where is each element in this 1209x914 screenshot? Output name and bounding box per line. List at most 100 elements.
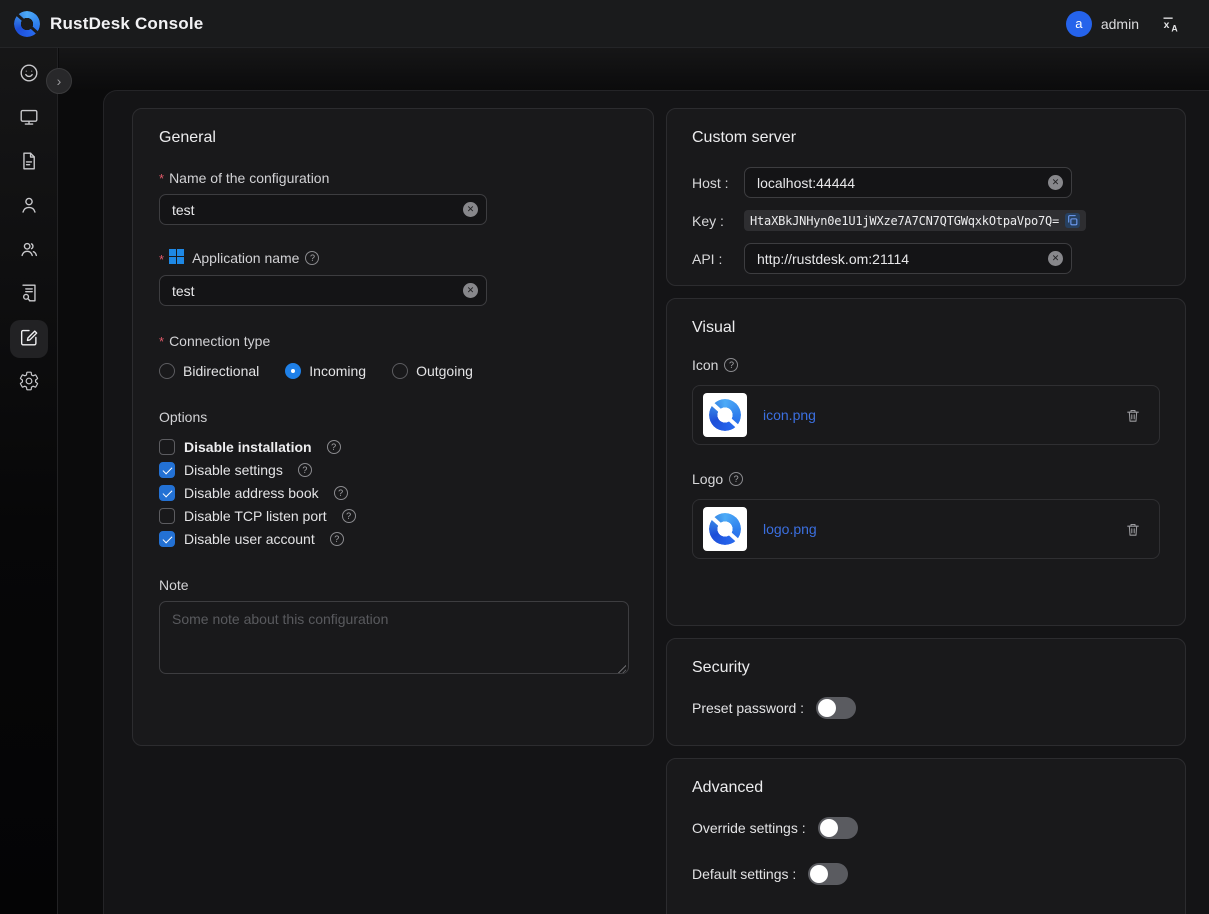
radio-circle-icon — [285, 363, 301, 379]
radio-circle-icon — [159, 363, 175, 379]
host-label: Host : — [692, 175, 744, 191]
help-icon[interactable]: ? — [330, 532, 344, 546]
logo-label: Logo — [692, 471, 723, 487]
application-name-field: ✕ — [159, 275, 487, 306]
users-icon — [18, 238, 40, 265]
checkbox-disable-tcp-listen-port[interactable]: Disable TCP listen port ? — [159, 508, 627, 524]
help-icon[interactable]: ? — [342, 509, 356, 523]
copy-icon[interactable] — [1065, 213, 1080, 228]
gear-icon — [18, 370, 40, 397]
advanced-title: Advanced — [692, 779, 1160, 797]
clear-icon[interactable]: ✕ — [463, 283, 478, 298]
advanced-card: Advanced Override settings : Default set… — [666, 758, 1186, 914]
icon-label-row: Icon ? — [692, 357, 1160, 373]
radio-outgoing[interactable]: Outgoing — [392, 363, 473, 379]
custom-server-card: Custom server Host : ✕ Key : HtaXBkJNHyn… — [666, 108, 1186, 286]
visual-title: Visual — [692, 319, 1160, 337]
svg-text:x: x — [1164, 19, 1170, 30]
sidebar-item-dashboard[interactable] — [10, 56, 48, 94]
general-card: General * Name of the configuration ✕ * … — [132, 108, 654, 746]
rustdesk-logo-icon — [14, 11, 40, 37]
sidebar-expand-button[interactable]: › — [46, 68, 72, 94]
edit-icon — [18, 326, 40, 353]
radio-incoming[interactable]: Incoming — [285, 363, 366, 379]
clear-icon[interactable]: ✕ — [463, 202, 478, 217]
server-key-value: HtaXBkJNHyn0e1U1jWXze7A7CN7QTGWqxkOtpaVp… — [744, 210, 1086, 231]
checkbox-disable-user-account[interactable]: Disable user account ? — [159, 531, 627, 547]
clear-icon[interactable]: ✕ — [1048, 251, 1063, 266]
override-settings-label: Override settings : — [692, 820, 806, 836]
config-name-field: ✕ — [159, 194, 487, 225]
checkbox-disable-settings[interactable]: Disable settings ? — [159, 462, 627, 478]
key-label: Key : — [692, 213, 744, 229]
preset-password-toggle[interactable] — [816, 697, 856, 719]
application-name-input[interactable] — [159, 275, 487, 306]
default-settings-toggle[interactable] — [808, 863, 848, 885]
language-translate-icon[interactable]: x A — [1161, 14, 1181, 34]
config-name-label: Name of the configuration — [169, 170, 329, 186]
visual-card: Visual Icon ? icon.png Logo ? logo.png — [666, 298, 1186, 626]
help-icon[interactable]: ? — [334, 486, 348, 500]
api-input[interactable] — [744, 243, 1072, 274]
security-title: Security — [692, 659, 1160, 677]
toggle-knob — [820, 819, 838, 837]
svg-text:A: A — [1171, 23, 1178, 33]
logo-file-row: logo.png — [692, 499, 1160, 559]
checkbox-disable-address-book[interactable]: Disable address book ? — [159, 485, 627, 501]
api-label: API : — [692, 251, 744, 267]
trash-icon[interactable] — [1125, 521, 1141, 538]
help-icon[interactable]: ? — [724, 358, 738, 372]
icon-thumbnail — [703, 393, 747, 437]
toggle-knob — [810, 865, 828, 883]
icon-file-link[interactable]: icon.png — [763, 407, 816, 423]
monitor-icon — [18, 106, 40, 133]
resize-handle-icon[interactable] — [617, 664, 626, 673]
smiley-icon — [18, 62, 40, 89]
config-name-input[interactable] — [159, 194, 487, 225]
sidebar-item-custom-client[interactable] — [10, 320, 48, 358]
note-field — [159, 601, 629, 679]
override-settings-toggle[interactable] — [818, 817, 858, 839]
required-icon: * — [159, 252, 164, 267]
application-name-label-row: * Application name ? — [159, 249, 627, 267]
radio-bidirectional[interactable]: Bidirectional — [159, 363, 259, 379]
sidebar-item-groups[interactable] — [10, 232, 48, 270]
sidebar-item-settings[interactable] — [10, 364, 48, 402]
connection-type-group: Bidirectional Incoming Outgoing — [159, 363, 627, 379]
sidebar-item-audit[interactable] — [10, 276, 48, 314]
config-name-label-row: * Name of the configuration — [159, 169, 627, 186]
general-title: General — [159, 129, 627, 147]
checkbox-icon — [159, 462, 175, 478]
user-menu[interactable]: a admin — [1066, 11, 1139, 37]
app-title: RustDesk Console — [50, 14, 203, 34]
note-textarea[interactable] — [159, 601, 629, 674]
sidebar-item-devices[interactable] — [10, 100, 48, 138]
custom-server-title: Custom server — [692, 129, 1160, 147]
host-input[interactable] — [744, 167, 1072, 198]
checkbox-disable-installation[interactable]: Disable installation ? — [159, 439, 627, 455]
api-field: ✕ — [744, 243, 1072, 274]
help-icon[interactable]: ? — [305, 251, 319, 265]
application-name-label: Application name — [192, 250, 299, 266]
preset-password-row: Preset password : — [692, 697, 1160, 719]
help-icon[interactable]: ? — [327, 440, 341, 454]
trash-icon[interactable] — [1125, 407, 1141, 424]
sidebar-item-users[interactable] — [10, 188, 48, 226]
avatar: a — [1066, 11, 1092, 37]
logo-thumbnail — [703, 507, 747, 551]
default-settings-row: Default settings : — [692, 863, 1160, 885]
help-icon[interactable]: ? — [729, 472, 743, 486]
toggle-knob — [818, 699, 836, 717]
checkbox-icon — [159, 531, 175, 547]
default-settings-label: Default settings : — [692, 866, 796, 882]
document-search-icon — [18, 282, 40, 309]
help-icon[interactable]: ? — [298, 463, 312, 477]
logo-file-link[interactable]: logo.png — [763, 521, 817, 537]
connection-type-label-row: * Connection type — [159, 332, 627, 349]
user-icon — [18, 194, 40, 221]
sidebar-item-documents[interactable] — [10, 144, 48, 182]
content-panel: General * Name of the configuration ✕ * … — [103, 90, 1209, 914]
host-row: Host : ✕ — [692, 167, 1160, 198]
security-card: Security Preset password : — [666, 638, 1186, 746]
clear-icon[interactable]: ✕ — [1048, 175, 1063, 190]
